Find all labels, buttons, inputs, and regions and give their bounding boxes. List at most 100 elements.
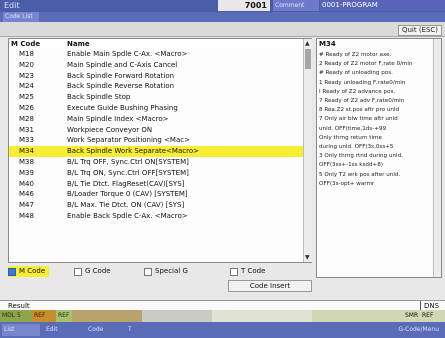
name-cell: B/L Max. Tie Dtct. ON (CAV) [SYS] [67,201,185,210]
code-cell: M20 [19,60,34,69]
description-line: Only thrng return time [319,134,382,141]
code-cell: M25 [19,93,34,102]
function-key-right[interactable]: G-Code/Menu [360,324,442,336]
description-line: 7 Only air blw time aftr unld [319,116,398,123]
screen-tag: Code List [3,12,39,22]
name-cell: Workpiece Conveyor ON [67,125,153,134]
name-cell: B/L Trq OFF, Sync.Ctrl ON[SYSTEM] [67,157,189,166]
comment-label: Comment [273,0,319,11]
code-list-row[interactable]: M47 B/L Max. Tie Dtct. ON (CAV) [SYS] [9,200,303,211]
result-row: Result DNS [0,300,445,311]
code-list: M18 Enable Main Spdle C-Ax. <Macro> M20 Mai… [9,49,303,222]
name-cell: Main Spindle Index <Macro> [67,114,169,123]
code-cell: M33 [19,136,34,145]
name-cell: Back Spindle Reverse Rotation [67,82,175,91]
description-line: 1 Ready unloading F,rate0/min [319,79,406,86]
code-list-row[interactable]: M48 Enable Back Spdle C-Ax. <Macro> [9,211,303,222]
function-key[interactable]: T [126,324,144,336]
description-panel: M34 # Ready of Z2 motor axe. 2 Ready of Z… [316,38,442,278]
description-line: 3 Only thrng rtnd during unld. [319,153,403,160]
status-mode: MDL 5 [0,310,32,322]
code-cell: M48 [19,211,34,220]
description-line: 5 Only T2 wrk pos after unld. [319,171,401,178]
code-list-row[interactable]: M33 Work Separator Positioning <Mac> [9,135,303,146]
filter-special-g[interactable]: Special G [144,266,188,277]
code-cell: M40 [19,179,34,188]
code-list-row[interactable]: M24 Back Spindle Reverse Rotation [9,81,303,92]
checkbox-icon[interactable] [8,268,16,276]
code-list-row[interactable]: M38 B/L Trq OFF, Sync.Ctrl ON[SYSTEM] [9,157,303,168]
description-line: # Ready of unloading pos. [319,70,393,77]
status-ref-2: REF [56,310,72,322]
code-list-row[interactable]: M18 Enable Main Spdle C-Ax. <Macro> [9,49,303,60]
name-cell: Main Spindle and C-Axis Cancel [67,60,178,69]
description-line: unld. OFF(time,1ds-+99 [319,125,387,132]
description-line: I Ready of Z2 advance pos. [319,88,396,95]
name-cell: Back Spindle Forward Rotation [67,71,175,80]
name-cell: Work Separator Positioning <Mac> [67,136,190,145]
code-cell: M31 [19,125,34,134]
code-list-row[interactable]: M46 B/Loader Torque 0 (CAV) [SYSTEM] [9,189,303,200]
name-cell: Back Spindle Work Separate<Macro> [67,147,199,156]
scroll-down-icon[interactable]: ▼ [305,254,310,261]
code-cell: M24 [19,82,34,91]
description-line: during unld. OFF(3s,0ss+5 [319,144,394,151]
description-line: 7 Ready of Z2 adv F,rate0/min [319,98,405,105]
code-list-row[interactable]: M25 Back Spindle Stop [9,92,303,103]
checkbox-icon[interactable] [144,268,152,276]
code-cell: M23 [19,71,34,80]
mode-label: Edit [4,1,20,10]
name-cell: B/Loader Torque 0 (CAV) [SYSTEM] [67,190,188,199]
filter-g-code[interactable]: G Code [74,266,111,277]
status-segment-e [142,310,212,322]
scroll-thumb[interactable] [305,49,311,69]
column-name-header: Name [67,40,90,48]
filter-m-code[interactable]: M Code [8,266,50,277]
filter-row: M Code G Code Special G T Code [8,265,312,277]
checkbox-icon[interactable] [230,268,238,276]
description-line: OFF(3s-opt+ warmr [319,180,375,187]
status-segment-f [212,310,312,322]
code-list-row[interactable]: M34 Back Spindle Work Separate<Macro> [9,146,303,157]
code-list-row[interactable]: M40 B/L Tie Dtct. FlagReset(CAV)[SYS] [9,179,303,190]
scroll-up-icon[interactable]: ▲ [305,40,310,47]
function-key[interactable]: List [2,324,40,336]
filter-t-code-label: T Code [241,267,266,275]
name-cell: Execute Guide Bushing Phasing [67,103,178,112]
function-key[interactable]: Edit [44,324,82,336]
code-insert-button[interactable]: Code Insert [228,280,312,292]
description-line: 2 Ready of Z2 motor F,rate 0/min [319,61,413,68]
description-line: # Ready of Z2 motor axe. [319,52,392,58]
code-list-row[interactable]: M26 Execute Guide Bushing Phasing [9,103,303,114]
filter-g-code-label: G Code [85,267,111,275]
code-cell: M34 [19,147,34,156]
quit-button[interactable]: Quit (ESC) [398,25,442,36]
toolbar: Quit (ESC) [0,22,445,37]
status-segment-d [72,310,142,322]
code-list-row[interactable]: M31 Workpiece Conveyor ON [9,125,303,136]
name-cell: Back Spindle Stop [67,93,131,102]
title-bar: Edit 7001 Comment 0001-PROGRAM [0,0,445,12]
status-bar: MDL 5 REF REF SMR REF [0,310,445,322]
code-cell: M26 [19,103,34,112]
code-list-row[interactable]: M23 Back Spindle Forward Rotation [9,71,303,82]
code-list-row[interactable]: M20 Main Spindle and C-Axis Cancel [9,60,303,71]
status-smr: SMR [405,310,419,322]
description-scrollbar[interactable] [433,39,441,277]
code-list-row[interactable]: M39 B/L Trq ON, Sync.Ctrl OFF[SYSTEM] [9,168,303,179]
filter-t-code[interactable]: T Code [230,266,265,277]
status-ref-3: REF [420,310,445,322]
code-list-row[interactable]: M28 Main Spindle Index <Macro> [9,114,303,125]
program-name: 0001-PROGRAM [320,0,445,11]
checkbox-icon[interactable] [74,268,82,276]
description-header: M34 [319,40,336,48]
function-key[interactable]: Code [86,324,124,336]
code-cell: M38 [19,157,34,166]
description-text: # Ready of Z2 motor axe. 2 Ready of Z2 mo… [319,51,431,189]
list-scrollbar[interactable]: ▲ ▼ [303,39,312,262]
description-line: 8 Rea.Z2 st.pos aftr pro unld [319,107,400,114]
program-number: 7001 [218,0,270,11]
function-key-bar: G-Code/Menu List Edit Code T [0,322,445,338]
status-ref-1: REF [32,310,56,322]
name-cell: B/L Trq ON, Sync.Ctrl OFF[SYSTEM] [67,168,189,177]
